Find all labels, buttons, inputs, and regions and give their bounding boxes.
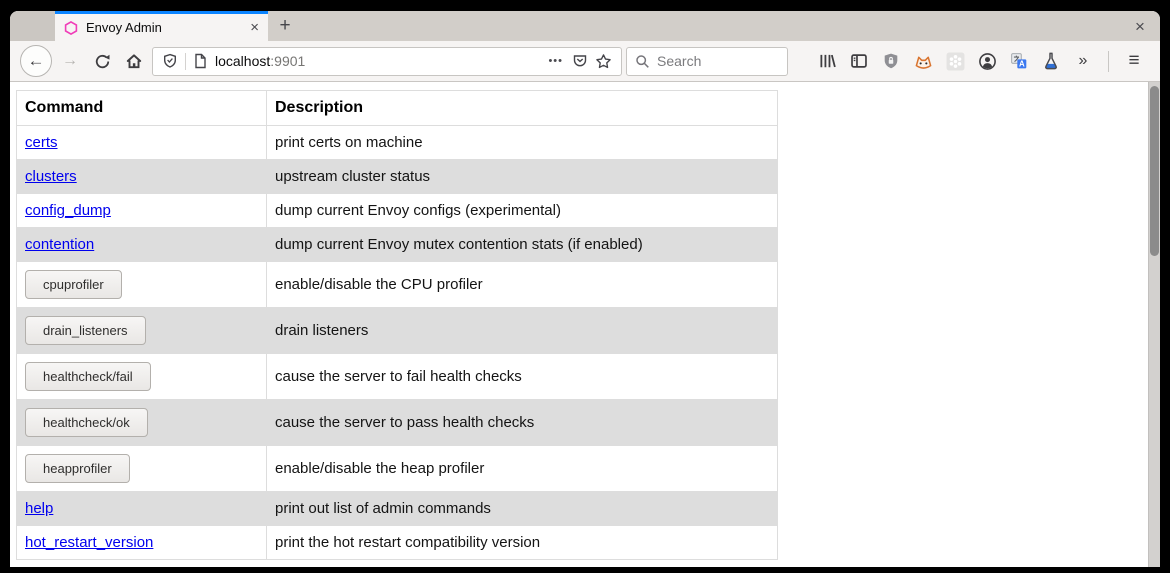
tab-bar-spacer — [302, 11, 1120, 41]
command-button[interactable]: drain_listeners — [25, 316, 146, 345]
command-cell: contention — [17, 228, 267, 262]
table-row: contention dump current Envoy mutex conte… — [17, 228, 778, 262]
description-cell: enable/disable the heap profiler — [267, 446, 778, 492]
command-cell: healthcheck/ok — [17, 400, 267, 446]
browser-window: Envoy Admin × + × ← → — [10, 11, 1160, 567]
sidebar-icon[interactable] — [844, 46, 874, 76]
table-row: config_dump dump current Envoy configs (e… — [17, 194, 778, 228]
translate-extension-icon[interactable]: A — [1004, 46, 1034, 76]
search-input[interactable] — [657, 53, 779, 69]
table-row: certs print certs on machine — [17, 126, 778, 160]
flask-extension-icon[interactable] — [1036, 46, 1066, 76]
command-link[interactable]: hot_restart_version — [25, 534, 153, 551]
table-row: healthcheck/fail cause the server to fail… — [17, 354, 778, 400]
menu-icon[interactable]: ≡ — [1119, 46, 1149, 76]
url-text: localhost:9901 — [215, 53, 539, 69]
shield-lock-extension-icon[interactable] — [876, 46, 906, 76]
table-row: clusters upstream cluster status — [17, 160, 778, 194]
admin-commands-table: Command Description certs print certs on … — [16, 90, 778, 560]
tab-bar-left-space — [10, 11, 55, 41]
scrollbar-thumb[interactable] — [1150, 86, 1159, 256]
table-head: Command Description — [17, 91, 778, 126]
reload-button[interactable] — [88, 47, 116, 75]
back-button[interactable]: ← — [20, 45, 52, 77]
search-bar — [626, 47, 788, 76]
tab-bar: Envoy Admin × + × — [10, 11, 1160, 41]
tracking-protection-shield-icon[interactable] — [162, 53, 178, 69]
command-cell: drain_listeners — [17, 308, 267, 354]
command-button[interactable]: healthcheck/ok — [25, 408, 148, 437]
description-cell: cause the server to fail health checks — [267, 354, 778, 400]
command-cell: hot_restart_version — [17, 526, 267, 560]
description-header: Description — [267, 91, 778, 126]
command-cell: clusters — [17, 160, 267, 194]
command-link[interactable]: help — [25, 500, 53, 517]
tab-envoy-admin[interactable]: Envoy Admin × — [55, 11, 268, 41]
table-row: drain_listeners drain listeners — [17, 308, 778, 354]
search-icon — [635, 54, 650, 69]
command-cell: healthcheck/fail — [17, 354, 267, 400]
command-cell: config_dump — [17, 194, 267, 228]
description-cell: drain listeners — [267, 308, 778, 354]
command-button[interactable]: cpuprofiler — [25, 270, 122, 299]
table-body: certs print certs on machine clusters upstr… — [17, 126, 778, 560]
command-cell: help — [17, 492, 267, 526]
description-cell: dump current Envoy configs (experimental… — [267, 194, 778, 228]
description-cell: cause the server to pass health checks — [267, 400, 778, 446]
description-cell: dump current Envoy mutex contention stat… — [267, 228, 778, 262]
fox-extension-icon[interactable] — [908, 46, 938, 76]
url-port: :9901 — [270, 53, 305, 69]
table-row: help print out list of admin commands — [17, 492, 778, 526]
forward-button: → — [56, 47, 84, 75]
screenshot-frame: { "colors": { "accent_blue": "#0a84ff", … — [0, 0, 1170, 573]
pocket-icon[interactable] — [572, 53, 588, 69]
bookmark-star-icon[interactable] — [595, 53, 612, 70]
table-row: cpuprofiler enable/disable the CPU profil… — [17, 262, 778, 308]
toolbar-icon-row: A » — [812, 46, 1098, 76]
window-close-button[interactable]: × — [1120, 11, 1160, 41]
home-button[interactable] — [120, 47, 148, 75]
command-link[interactable]: certs — [25, 134, 58, 151]
toolbar-separator — [1108, 51, 1109, 72]
description-cell: print out list of admin commands — [267, 492, 778, 526]
url-bar[interactable]: localhost:9901 ••• — [152, 47, 622, 76]
command-button[interactable]: heapprofiler — [25, 454, 130, 483]
envoy-favicon-hexagon-icon — [64, 21, 78, 35]
command-button[interactable]: healthcheck/fail — [25, 362, 151, 391]
url-host: localhost — [215, 53, 270, 69]
page-actions-icon[interactable]: ••• — [546, 55, 565, 67]
page-info-icon[interactable] — [193, 53, 208, 69]
svg-text:A: A — [1019, 59, 1025, 68]
overflow-chevron-icon[interactable]: » — [1068, 46, 1098, 76]
command-cell: certs — [17, 126, 267, 160]
navigation-toolbar: ← → — [10, 41, 1160, 82]
flower-extension-icon[interactable] — [940, 46, 970, 76]
command-link[interactable]: clusters — [25, 168, 77, 185]
table-row: healthcheck/ok cause the server to pass h… — [17, 400, 778, 446]
url-bar-separator — [185, 53, 186, 70]
new-tab-button[interactable]: + — [268, 11, 302, 41]
vertical-scrollbar[interactable] — [1148, 82, 1160, 567]
library-icon[interactable] — [812, 46, 842, 76]
table-row: heapprofiler enable/disable the heap prof… — [17, 446, 778, 492]
command-header: Command — [17, 91, 267, 126]
description-cell: enable/disable the CPU profiler — [267, 262, 778, 308]
page-content: Command Description certs print certs on … — [10, 82, 1160, 567]
command-link[interactable]: contention — [25, 236, 94, 253]
command-cell: cpuprofiler — [17, 262, 267, 308]
description-cell: print certs on machine — [267, 126, 778, 160]
description-cell: upstream cluster status — [267, 160, 778, 194]
command-link[interactable]: config_dump — [25, 202, 111, 219]
tab-close-icon[interactable]: × — [250, 20, 259, 35]
table-header-row: Command Description — [17, 91, 778, 126]
account-icon[interactable] — [972, 46, 1002, 76]
table-row: hot_restart_version print the hot restart… — [17, 526, 778, 560]
tab-title: Envoy Admin — [86, 20, 242, 35]
command-cell: heapprofiler — [17, 446, 267, 492]
description-cell: print the hot restart compatibility vers… — [267, 526, 778, 560]
